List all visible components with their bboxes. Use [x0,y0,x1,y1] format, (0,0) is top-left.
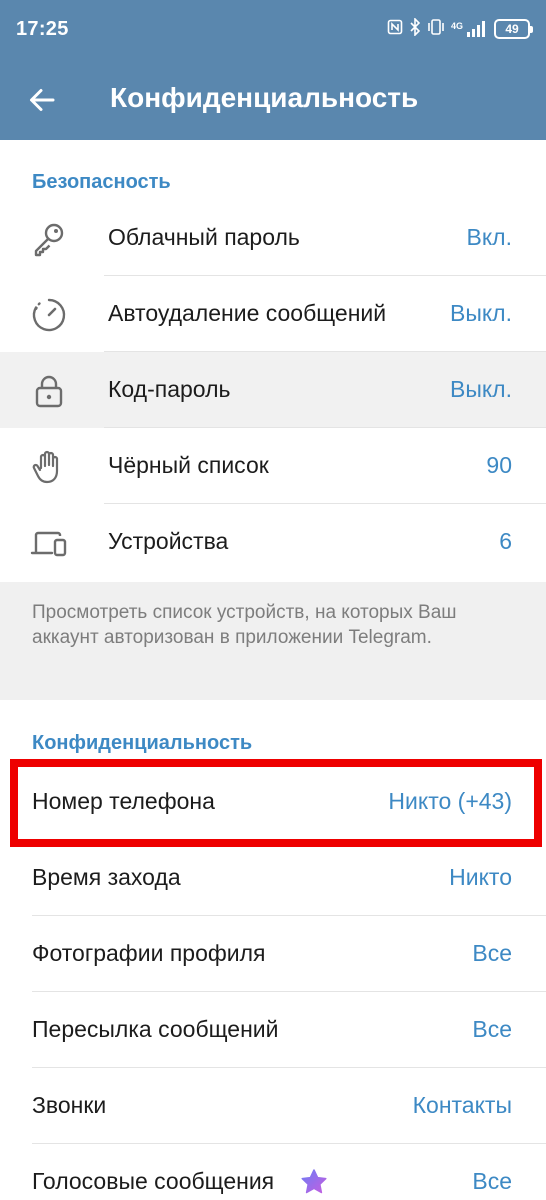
app-bar: Конфиденциальность [0,60,546,140]
row-value: Все [472,940,512,966]
vibrate-icon [427,19,445,39]
row-label: Голосовые сообщения [32,1168,275,1194]
row-value: Выкл. [449,300,512,326]
row-passcode[interactable]: Код-пароль Выкл. [0,352,546,428]
status-icons: 4G 49 [387,17,533,41]
row-value: Все [472,1016,512,1042]
devices-icon [30,531,67,557]
row-label: Облачный пароль [108,224,300,250]
row-blocked-users[interactable]: Чёрный список 90 [0,428,546,504]
devices-info-box: Просмотреть список устройств, на которых… [0,582,546,700]
section-header-privacy: Конфиденциальность [32,732,253,754]
row-label: Номер телефона [32,788,215,814]
row-cloud-password[interactable]: Облачный пароль Вкл. [0,200,546,276]
row-label: Фотографии профиля [32,940,266,966]
hand-block-icon [32,450,59,484]
info-text: Просмотреть список устройств, на которых… [32,602,457,648]
page-title: Конфиденциальность [110,82,419,113]
status-bar: 17:25 4G 49 [0,0,546,60]
network-type: 4G [450,21,463,31]
battery-level: 49 [505,22,519,36]
row-value: Все [472,1168,512,1194]
row-value: Выкл. [449,376,512,402]
row-value: Контакты [412,1092,512,1118]
row-calls[interactable]: Звонки Контакты [0,1068,546,1144]
row-auto-delete[interactable]: Автоудаление сообщений Выкл. [0,276,546,352]
row-label: Устройства [108,528,229,554]
row-label: Автоудаление сообщений [108,300,387,326]
row-label: Код-пароль [108,376,231,402]
row-devices[interactable]: Устройства 6 [0,504,546,580]
row-value: Никто [449,864,512,890]
back-button[interactable] [20,78,64,122]
signal-icon: 4G [451,21,488,37]
row-voice-messages[interactable]: Голосовые сообщения Все [0,1144,546,1200]
nfc-icon [387,19,403,39]
section-header-security: Безопасность [32,171,171,193]
battery-icon: 49 [494,19,533,39]
row-phone-number[interactable]: Номер телефона Никто (+43) [0,764,546,840]
row-value: Вкл. [466,224,512,250]
bluetooth-icon [409,17,421,40]
row-label: Время захода [32,864,181,890]
row-value: Никто (+43) [388,788,512,814]
row-last-seen[interactable]: Время захода Никто [0,840,546,916]
arrow-back-icon [30,89,55,111]
row-label: Пересылка сообщений [32,1016,279,1042]
status-time: 17:25 [16,18,69,40]
premium-star-icon [301,1169,327,1194]
row-label: Чёрный список [108,452,269,478]
row-label: Звонки [32,1092,107,1118]
row-forwarded-messages[interactable]: Пересылка сообщений Все [0,992,546,1068]
row-value: 6 [499,528,512,554]
lock-icon [35,375,63,408]
auto-delete-timer-icon [32,298,66,332]
key-icon [34,223,64,257]
row-value: 90 [486,452,512,478]
row-profile-photos[interactable]: Фотографии профиля Все [0,916,546,992]
